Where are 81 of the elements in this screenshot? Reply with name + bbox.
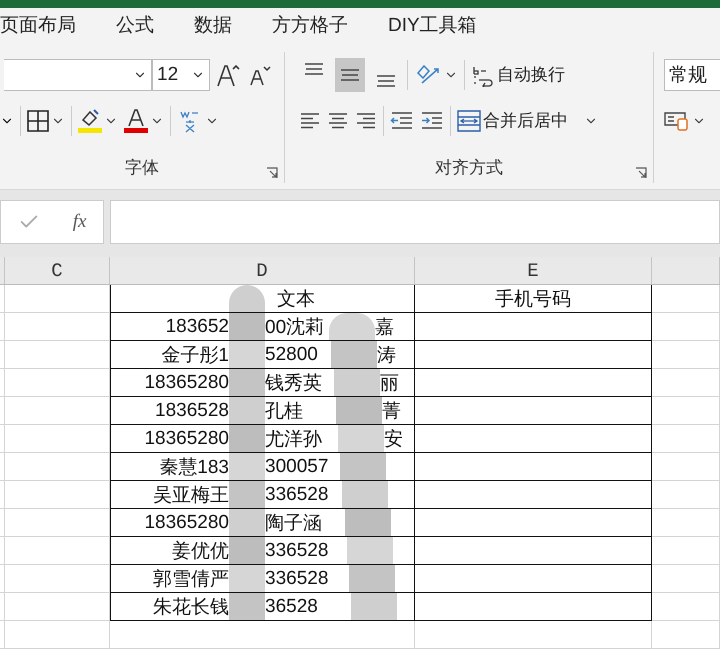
- wrap-text-button[interactable]: 自动换行: [471, 58, 565, 92]
- group-label: 对齐方式: [435, 157, 503, 180]
- empty-cell: [652, 425, 720, 453]
- empty-cell: [652, 285, 720, 313]
- table-cell: 文本: [110, 285, 415, 313]
- formula-input[interactable]: [110, 200, 720, 244]
- empty-cell: [652, 341, 720, 369]
- redaction-blur: [229, 285, 265, 312]
- ribbon-tab[interactable]: 方方格子: [252, 12, 368, 42]
- table-icon: [664, 110, 690, 132]
- redaction-blur: [334, 369, 380, 396]
- redaction-blur: [229, 369, 265, 396]
- redaction-blur: [229, 593, 265, 620]
- vertical-align-button[interactable]: [335, 58, 365, 92]
- decrease-indent-icon[interactable]: [390, 110, 414, 131]
- group-label: 字体: [125, 157, 159, 180]
- align-top-icon: [303, 62, 325, 75]
- column-header[interactable]: C: [5, 257, 110, 284]
- table-cell: 朱花长钱 36528: [110, 593, 415, 621]
- redaction-blur: [229, 341, 265, 368]
- table-cell: 郭雪倩严 336528: [110, 565, 415, 593]
- dialog-launcher-icon[interactable]: [266, 167, 278, 180]
- table-cell: 1836528 孔桂 菁: [110, 397, 415, 425]
- empty-cell: [652, 621, 720, 649]
- redaction-blur: [229, 537, 265, 564]
- table-cell: 18365280 尤洋孙 安: [110, 425, 415, 453]
- merge-cells-icon: [457, 110, 481, 132]
- font-size-dropdown[interactable]: 12: [152, 58, 210, 91]
- redaction-blur: [342, 481, 388, 508]
- paint-bucket-icon: [78, 108, 102, 134]
- ribbon-tab[interactable]: DIY工具箱: [368, 12, 497, 42]
- table-cell: 手机号码: [415, 285, 652, 313]
- number-format-dropdown[interactable]: 常规: [664, 58, 720, 91]
- redaction-blur: [229, 425, 265, 452]
- align-center-icon: [327, 110, 349, 131]
- redaction-blur: [229, 481, 265, 508]
- redaction-blur: [345, 509, 391, 536]
- redaction-blur: [347, 537, 393, 564]
- align-bottom-icon: [375, 74, 397, 87]
- empty-cell: [652, 593, 720, 621]
- redaction-blur: [349, 565, 395, 592]
- table-cell: 金子彤1 52800 涛: [110, 341, 415, 369]
- column-header[interactable]: E: [415, 257, 652, 284]
- empty-cell: [652, 369, 720, 397]
- redaction-blur: [338, 425, 384, 452]
- table-cell: 18365280 钱秀英 丽: [110, 369, 415, 397]
- table-cell: 秦慧183 300057: [110, 453, 415, 481]
- increase-indent-icon[interactable]: [420, 110, 444, 131]
- empty-cell: [652, 397, 720, 425]
- align-left-icon: [299, 110, 321, 131]
- empty-cell: [652, 565, 720, 593]
- redaction-blur: [229, 397, 265, 424]
- redaction-blur: [229, 453, 265, 480]
- table-cell: 18365280 陶子涵: [110, 509, 415, 537]
- column-header[interactable]: D: [110, 257, 415, 284]
- align-right-icon: [355, 110, 377, 131]
- table-cell: 吴亚梅王 336528: [110, 481, 415, 509]
- grid-icon: [27, 110, 49, 132]
- ribbon-tab[interactable]: 页面布局: [0, 12, 96, 42]
- redaction-blur: [229, 565, 265, 592]
- table-cell: 姜优优 336528: [110, 537, 415, 565]
- redaction-blur: [351, 593, 397, 620]
- merge-center-button[interactable]: 合并后居中: [457, 104, 598, 138]
- align-middle-icon: [339, 68, 361, 81]
- font-color-icon: [124, 108, 148, 134]
- empty-cell: [652, 537, 720, 565]
- insert-function-label[interactable]: fx: [72, 211, 86, 234]
- ribbon-tab[interactable]: 数据: [174, 12, 252, 42]
- redaction-blur: [331, 341, 377, 368]
- empty-cell: [652, 481, 720, 509]
- empty-cell: [652, 509, 720, 537]
- ribbon-tab[interactable]: 公式: [96, 12, 174, 42]
- redaction-blur: [229, 313, 265, 340]
- empty-cell: [652, 453, 720, 481]
- redaction-blur: [340, 453, 386, 480]
- empty-cell: [652, 313, 720, 341]
- dialog-launcher-icon[interactable]: [635, 167, 647, 180]
- redaction-blur: [329, 313, 375, 340]
- table-cell: 183652 00沈莉 嘉: [110, 313, 415, 341]
- redaction-blur: [229, 509, 265, 536]
- redaction-blur: [336, 397, 382, 424]
